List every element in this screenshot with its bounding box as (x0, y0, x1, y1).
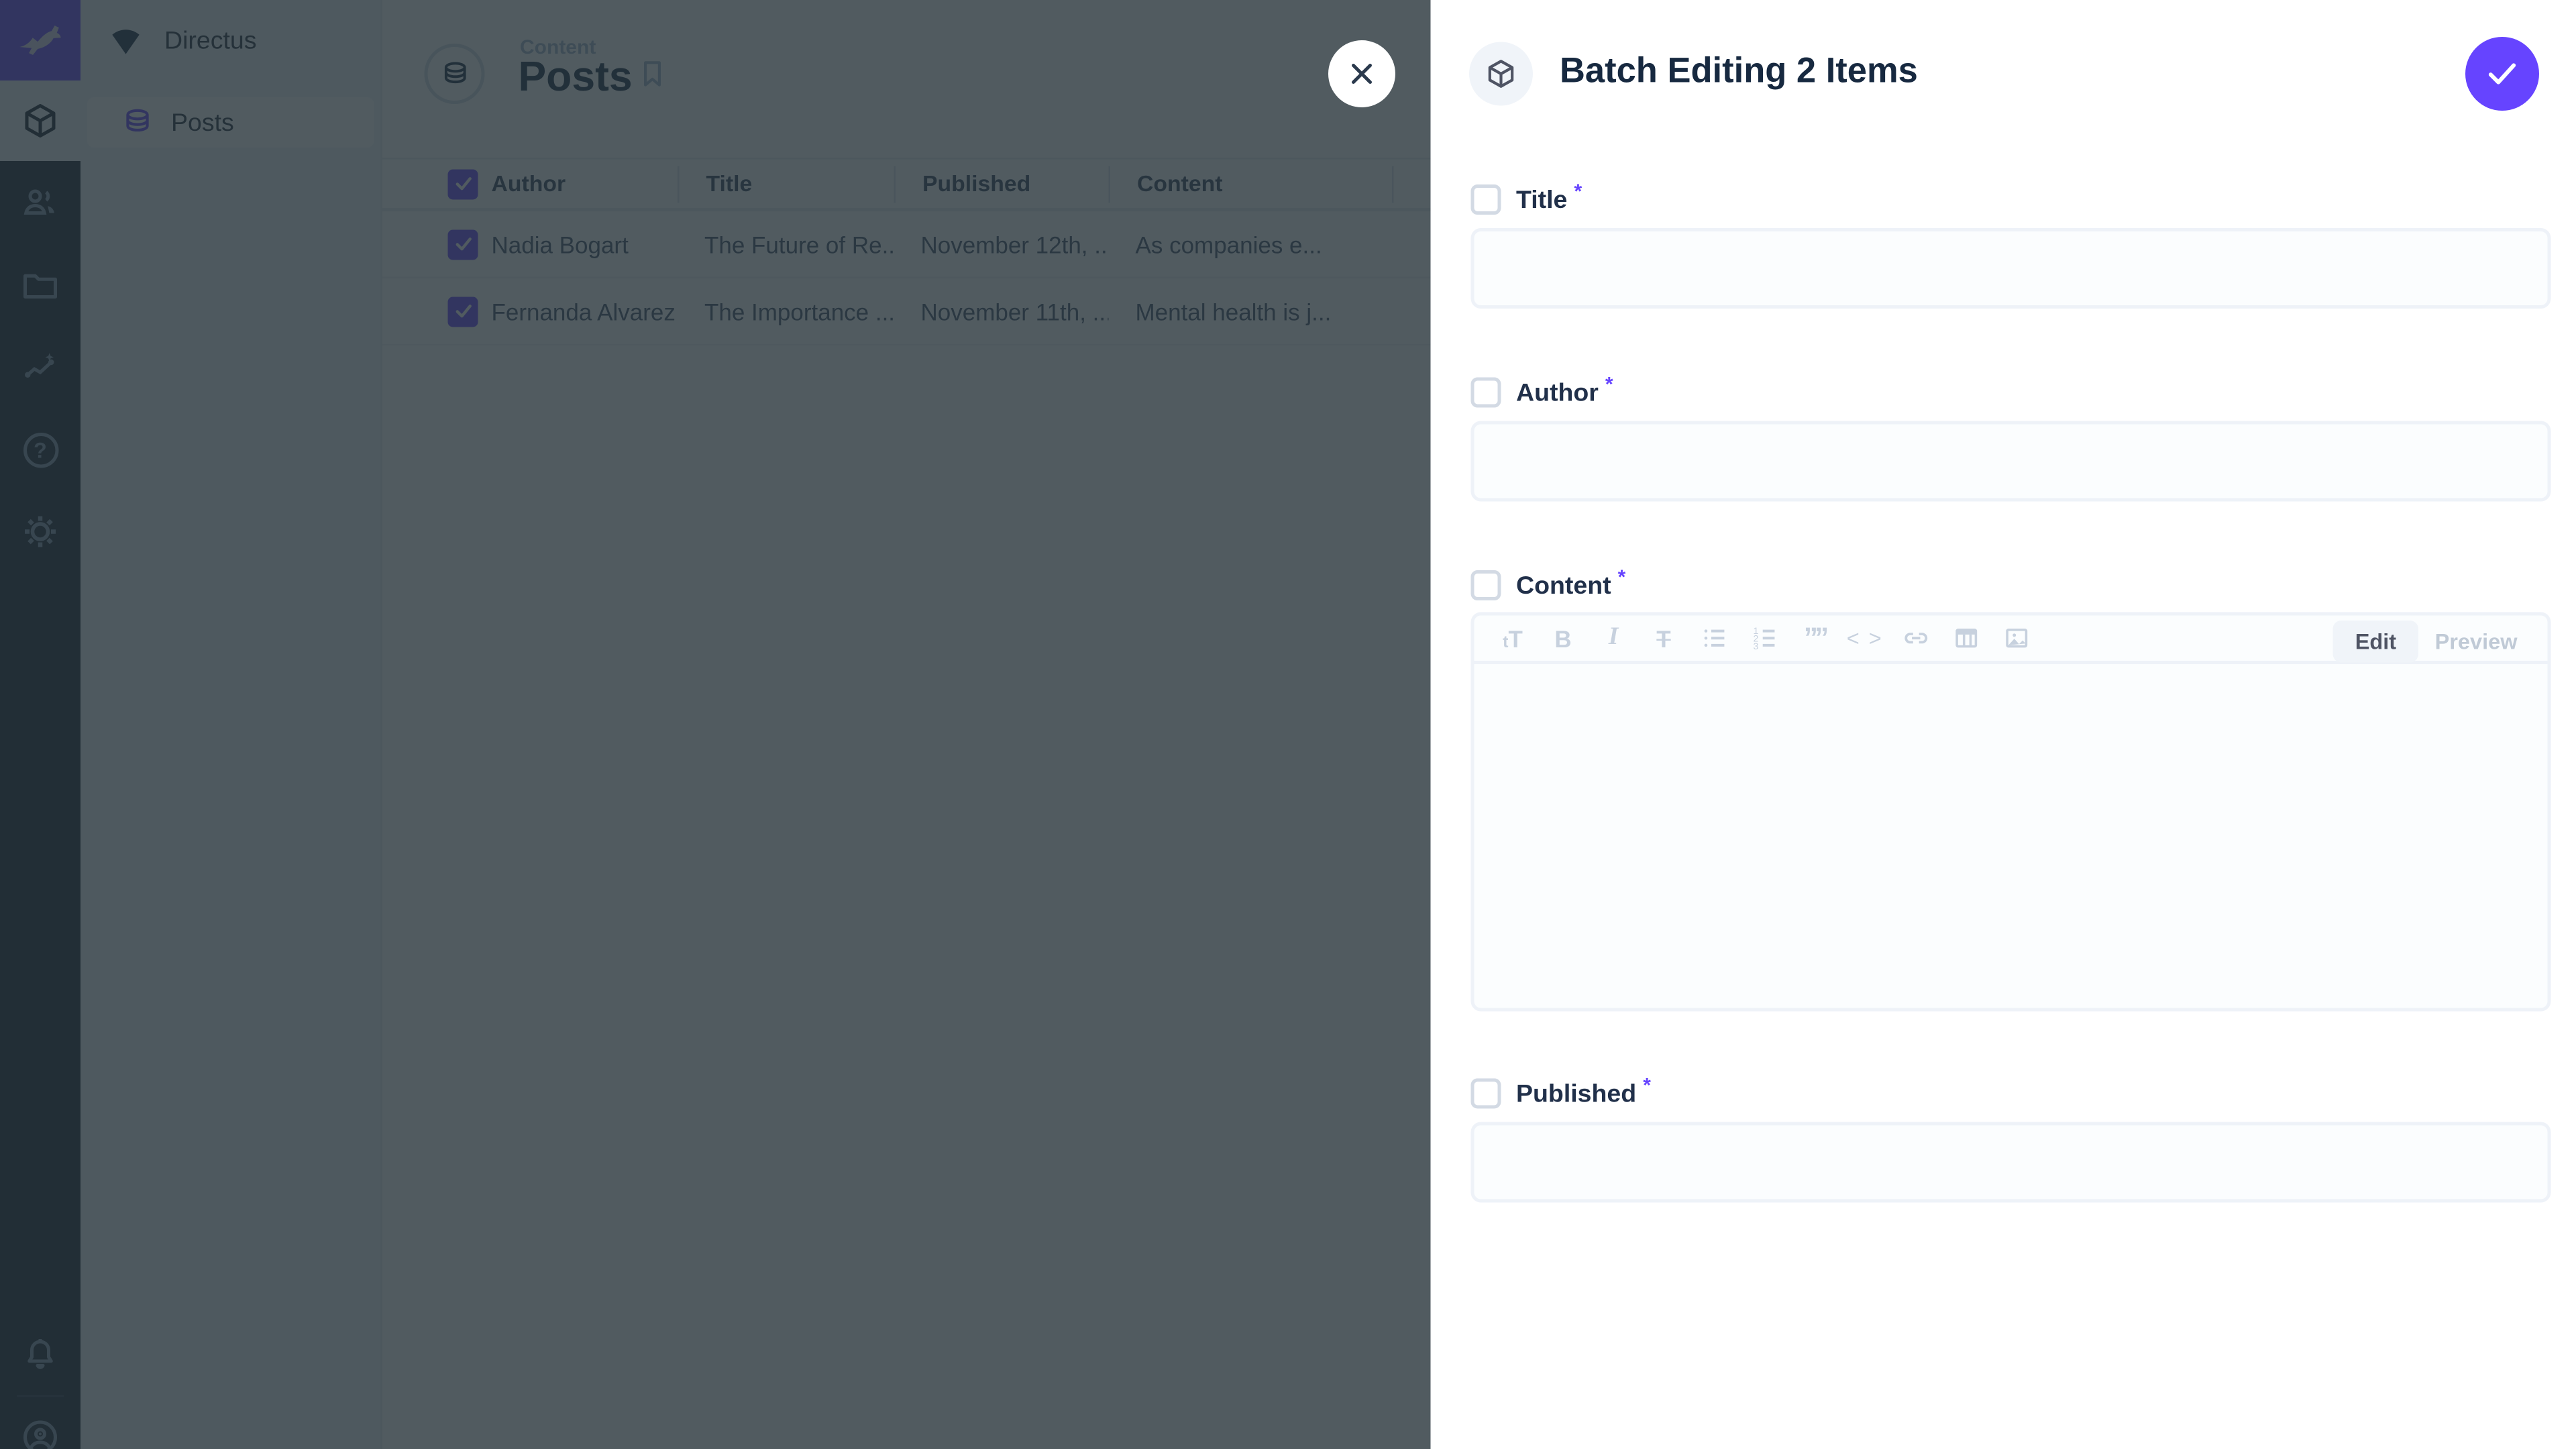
drawer-title: Batch Editing 2 Items (1560, 52, 1918, 93)
field-label-text: Title (1516, 185, 1567, 214)
markdown-editor: tT B I T 123 ”” < > Edit Preview (1471, 612, 2551, 1012)
editor-toolbar: tT B I T 123 ”” < > Edit Preview (1474, 616, 2548, 665)
published-input[interactable] (1471, 1122, 2551, 1203)
heading-icon[interactable]: tT (1488, 618, 1538, 658)
table-icon[interactable] (1941, 618, 1991, 658)
box-icon (1485, 57, 1518, 91)
italic-icon[interactable]: I (1589, 618, 1639, 658)
batch-checkbox-author[interactable] (1471, 378, 1501, 408)
tab-preview[interactable]: Preview (2425, 621, 2528, 663)
bulleted-list-icon[interactable] (1689, 618, 1739, 658)
field-label-content: Content * (1471, 570, 1626, 600)
directus-app: ? Directus Posts Content Posts (0, 0, 2576, 1449)
numbered-list-icon[interactable]: 123 (1739, 618, 1790, 658)
link-icon[interactable] (1890, 618, 1941, 658)
title-input[interactable] (1471, 228, 2551, 309)
svg-text:3: 3 (1752, 641, 1758, 652)
editor-mode-tabs: Edit Preview (2333, 621, 2527, 663)
field-label-title: Title * (1471, 184, 1582, 215)
check-icon (2484, 56, 2521, 93)
drawer-close-button[interactable] (1328, 40, 1395, 107)
close-icon (1345, 57, 1379, 91)
batch-checkbox-published[interactable] (1471, 1079, 1501, 1109)
image-icon[interactable] (1991, 618, 2041, 658)
field-label-published: Published * (1471, 1079, 1651, 1109)
tab-edit[interactable]: Edit (2333, 621, 2418, 663)
save-button[interactable] (2465, 37, 2539, 111)
field-label-author: Author * (1471, 378, 1613, 408)
batch-checkbox-content[interactable] (1471, 570, 1501, 600)
blockquote-icon[interactable]: ”” (1790, 618, 1840, 658)
author-input[interactable] (1471, 421, 2551, 502)
required-asterisk: * (1618, 566, 1626, 589)
field-label-text: Published (1516, 1079, 1636, 1108)
bold-icon[interactable]: B (1538, 618, 1589, 658)
strikethrough-icon[interactable]: T (1639, 618, 1689, 658)
batch-checkbox-title[interactable] (1471, 184, 1501, 215)
field-label-text: Content (1516, 571, 1611, 600)
field-label-text: Author (1516, 378, 1599, 407)
drawer-header-icon-circle (1469, 42, 1533, 106)
required-asterisk: * (1605, 372, 1613, 396)
required-asterisk: * (1643, 1073, 1651, 1097)
required-asterisk: * (1574, 180, 1582, 203)
content-editor-textarea[interactable] (1474, 664, 2548, 1008)
code-icon[interactable]: < > (1840, 618, 1890, 658)
